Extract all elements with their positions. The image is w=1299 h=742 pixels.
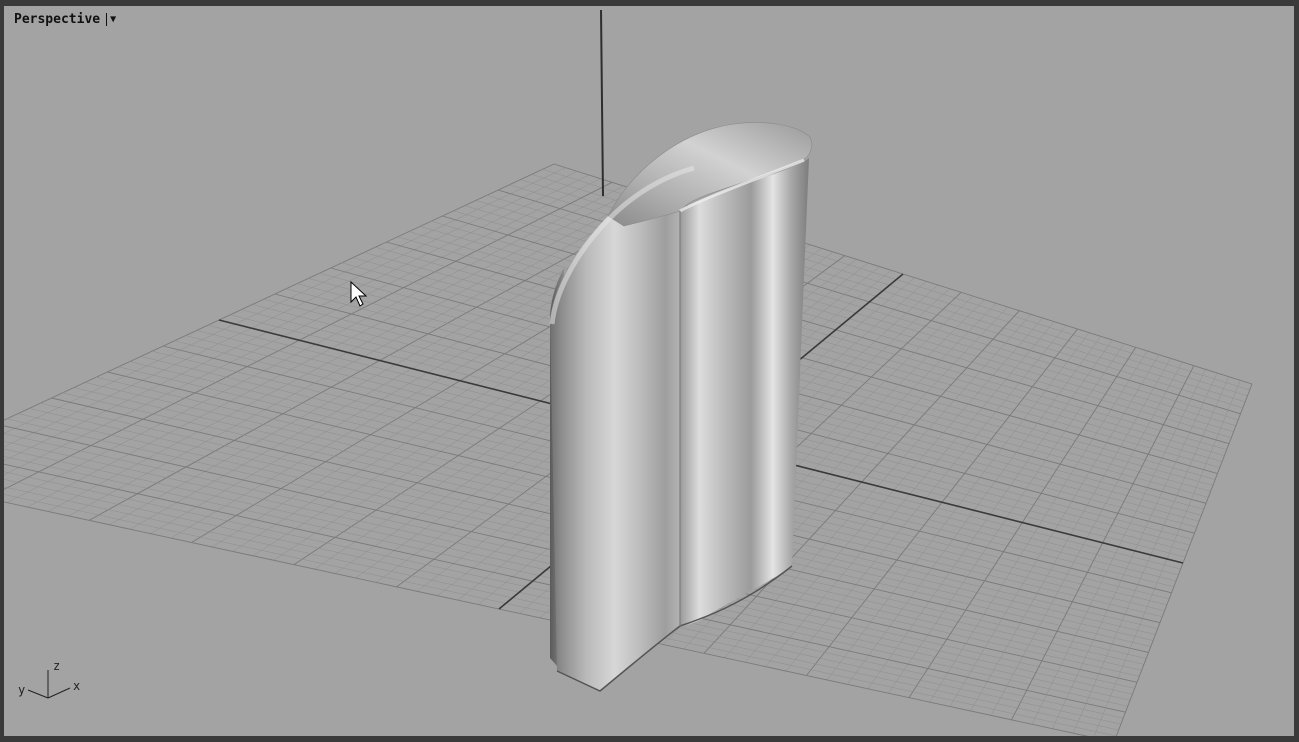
grid-line	[4, 181, 613, 490]
dropdown-triangle-icon[interactable]: ▼	[110, 14, 116, 25]
perspective-viewport[interactable]: z x y Perspective ▼	[0, 0, 1299, 742]
viewport-title-menu[interactable]: Perspective ▼	[14, 10, 116, 28]
title-separator	[106, 12, 108, 26]
axis-x-label: x	[73, 679, 80, 693]
axis-z-label: z	[53, 659, 60, 673]
extruded-solid-object[interactable]	[549, 122, 813, 692]
world-z-axis	[600, 9, 604, 197]
viewport-scene[interactable]: z x y	[4, 6, 1294, 736]
axis-y-label: y	[18, 683, 25, 697]
grid-line	[4, 174, 590, 462]
axis-gizmo: z x y	[18, 659, 80, 699]
mouse-pointer-icon	[350, 280, 368, 307]
viewport-title[interactable]: Perspective	[14, 12, 100, 27]
